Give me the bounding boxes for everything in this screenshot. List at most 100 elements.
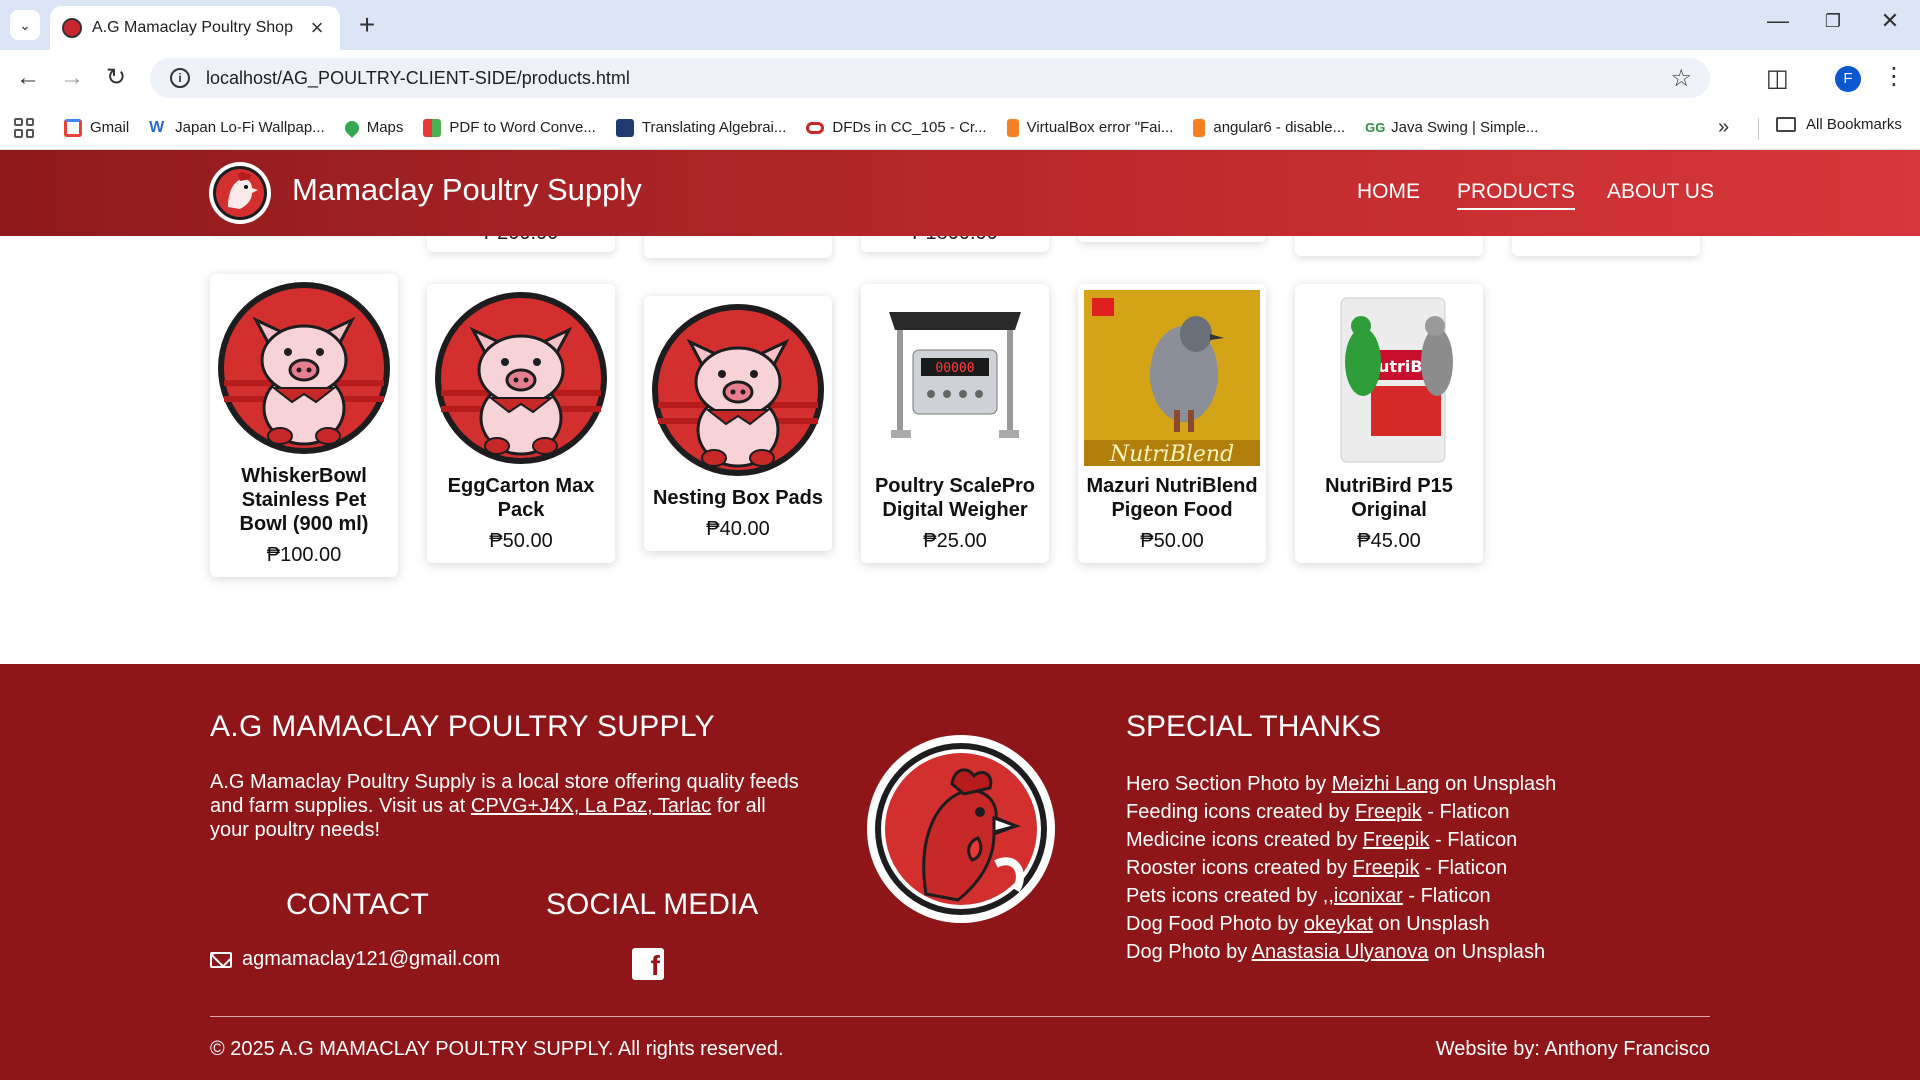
bookmark-label: Gmail <box>90 119 130 136</box>
footer-description: A.G Mamaclay Poultry Supply is a local s… <box>210 770 800 842</box>
bookmark-java-swing[interactable]: GG Java Swing | Simple... <box>1365 119 1538 137</box>
nav-products[interactable]: PRODUCTS <box>1457 180 1575 210</box>
bookmark-label: VirtualBox error "Fai... <box>1026 119 1174 136</box>
tab-search-button[interactable]: ⌄ <box>10 10 40 40</box>
social-media-heading: SOCIAL MEDIA <box>546 888 759 921</box>
bookmark-label: Java Swing | Simple... <box>1391 119 1539 136</box>
credit-link[interactable]: okeykat <box>1304 913 1373 935</box>
product-price: ₱40.00 <box>706 518 770 540</box>
credit-link[interactable]: Freepik <box>1355 801 1422 823</box>
product-name: Nesting Box Pads <box>652 487 824 509</box>
product-name: NutriBird P15 Original <box>1325 475 1453 521</box>
bookmark-label: angular6 - disable... <box>1213 119 1346 136</box>
product-price: ₱100.00 <box>266 544 342 566</box>
profile-avatar[interactable]: F <box>1835 66 1861 92</box>
credit-line: Feeding icons created by Freepik - Flati… <box>1126 798 1556 826</box>
bookmark-dfds[interactable]: DFDs in CC_105 - Cr... <box>806 119 987 136</box>
url-text[interactable]: localhost/AG_POULTRY-CLIENT-SIDE/product… <box>206 68 1670 89</box>
folder-icon <box>1776 117 1796 132</box>
cube-icon <box>615 118 634 137</box>
product-card[interactable]: NutriBlend Mazuri NutriBlend Pigeon Food… <box>1078 284 1266 563</box>
credit-link[interactable]: Freepik <box>1353 857 1420 879</box>
bookmark-wallpaper[interactable]: W Japan Lo-Fi Wallpap... <box>149 119 325 137</box>
minimize-icon[interactable]: — <box>1758 8 1798 34</box>
rooster-logo-icon[interactable] <box>208 161 272 225</box>
brand-name[interactable]: Mamaclay Poultry Supply <box>292 172 642 208</box>
stackoverflow-icon <box>1193 118 1206 137</box>
nav-home[interactable]: HOME <box>1357 180 1420 204</box>
chevron-down-icon: ⌄ <box>19 16 31 33</box>
more-bookmarks-icon[interactable]: » <box>1718 116 1729 139</box>
bookmark-label: Japan Lo-Fi Wallpap... <box>175 119 325 136</box>
pig-logo-image <box>652 304 824 476</box>
all-bookmarks-button[interactable]: All Bookmarks <box>1776 116 1902 133</box>
bookmark-star-icon[interactable]: ☆ <box>1670 64 1692 93</box>
credit-text: Rooster icons created by <box>1126 857 1353 879</box>
extensions-icon[interactable]: ◫ <box>1766 64 1789 93</box>
close-window-icon[interactable]: ✕ <box>1870 8 1910 34</box>
address-link[interactable]: CPVG+J4X, La Paz, Tarlac <box>471 795 711 817</box>
credit-text: on Unsplash <box>1372 913 1490 935</box>
footer-divider <box>210 1016 1710 1017</box>
credit-line: Hero Section Photo by Meizhi Lang on Uns… <box>1126 770 1556 798</box>
pdf-icon <box>423 118 442 137</box>
active-tab[interactable]: A.G Mamaclay Poultry Shop × <box>50 6 340 50</box>
credit-text: Pets icons created by <box>1126 885 1323 907</box>
facebook-icon[interactable]: f <box>632 948 664 980</box>
bookmark-virtualbox[interactable]: VirtualBox error "Fai... <box>1006 118 1174 137</box>
credit-link[interactable]: ,,iconixar <box>1323 885 1403 907</box>
product-card[interactable]: NutriBird NutriBird P15 Original ₱45.00 <box>1295 284 1483 563</box>
svg-text:NutriBlend: NutriBlend <box>1109 442 1234 466</box>
pig-logo-image <box>218 282 390 454</box>
credit-text: Dog Food Photo by <box>1126 913 1304 935</box>
product-card[interactable]: WhiskerBowl Stainless Pet Bowl (900 ml) … <box>210 274 398 577</box>
address-bar[interactable]: i localhost/AG_POULTRY-CLIENT-SIDE/produ… <box>150 58 1710 98</box>
svg-text:00000: 00000 <box>935 361 974 376</box>
product-card[interactable]: EggCarton Max Pack ₱50.00 <box>427 284 615 563</box>
new-tab-button[interactable]: + <box>352 10 382 40</box>
pigeon-feed-bag-image: NutriBlend <box>1084 290 1260 466</box>
site-info-icon[interactable]: i <box>170 68 190 88</box>
reload-icon[interactable]: ↻ <box>100 62 132 94</box>
gmail-icon <box>64 118 82 137</box>
website-credit: Website by: Anthony Francisco <box>1435 1038 1710 1060</box>
credit-text: Dog Photo by <box>1126 941 1252 963</box>
credit-link[interactable]: Meizhi Lang <box>1332 773 1440 795</box>
link-icon <box>806 121 825 134</box>
close-tab-icon[interactable]: × <box>306 15 328 41</box>
product-price: ₱45.00 <box>1357 530 1421 552</box>
browser-toolbar: ← → ↻ i localhost/AG_POULTRY-CLIENT-SIDE… <box>0 50 1920 106</box>
product-name: EggCarton Max Pack <box>447 475 595 521</box>
credit-line: Dog Photo by Anastasia Ulyanova on Unspl… <box>1126 938 1556 966</box>
more-menu-icon[interactable]: ⋮ <box>1882 62 1906 91</box>
credit-text: - Flaticon <box>1421 801 1510 823</box>
bookmark-label: DFDs in CC_105 - Cr... <box>832 119 987 136</box>
bookmark-maps[interactable]: Maps <box>341 117 404 138</box>
restore-icon[interactable]: ❐ <box>1813 11 1853 32</box>
bookmark-translating[interactable]: Translating Algebrai... <box>615 118 787 137</box>
product-name: WhiskerBowl Stainless Pet Bowl (900 ml) <box>239 465 369 535</box>
product-card[interactable]: Nesting Box Pads ₱40.00 <box>644 296 832 551</box>
gfg-icon: GG <box>1365 119 1386 135</box>
bookmark-angular[interactable]: angular6 - disable... <box>1193 118 1346 137</box>
favicon-icon <box>62 18 82 38</box>
forward-icon[interactable]: → <box>56 62 88 94</box>
divider <box>1758 118 1759 140</box>
back-icon[interactable]: ← <box>12 62 44 94</box>
site-header: Mamaclay Poultry Supply HOME PRODUCTS AB… <box>0 150 1920 236</box>
product-card[interactable]: 00000 Poultry ScalePro Digital Weigher ₱… <box>861 284 1049 563</box>
credit-link[interactable]: Freepik <box>1363 829 1430 851</box>
bookmark-label: Maps <box>366 119 404 136</box>
bookmark-label: PDF to Word Conve... <box>449 119 596 136</box>
bookmark-label: Translating Algebrai... <box>641 119 787 136</box>
apps-grid-icon[interactable] <box>14 117 34 138</box>
bookmark-gmail[interactable]: Gmail <box>64 118 130 137</box>
email-contact[interactable]: agmamaclay121@gmail.com <box>210 948 500 971</box>
credit-link[interactable]: Anastasia Ulyanova <box>1252 941 1429 963</box>
bookmark-pdf[interactable]: PDF to Word Conve... <box>423 118 596 137</box>
pig-logo-image <box>435 292 607 464</box>
digital-scale-image: 00000 <box>867 290 1043 466</box>
email-text: agmamaclay121@gmail.com <box>242 948 501 970</box>
nav-about-us[interactable]: ABOUT US <box>1607 180 1714 204</box>
w-logo-icon: W <box>149 118 165 136</box>
